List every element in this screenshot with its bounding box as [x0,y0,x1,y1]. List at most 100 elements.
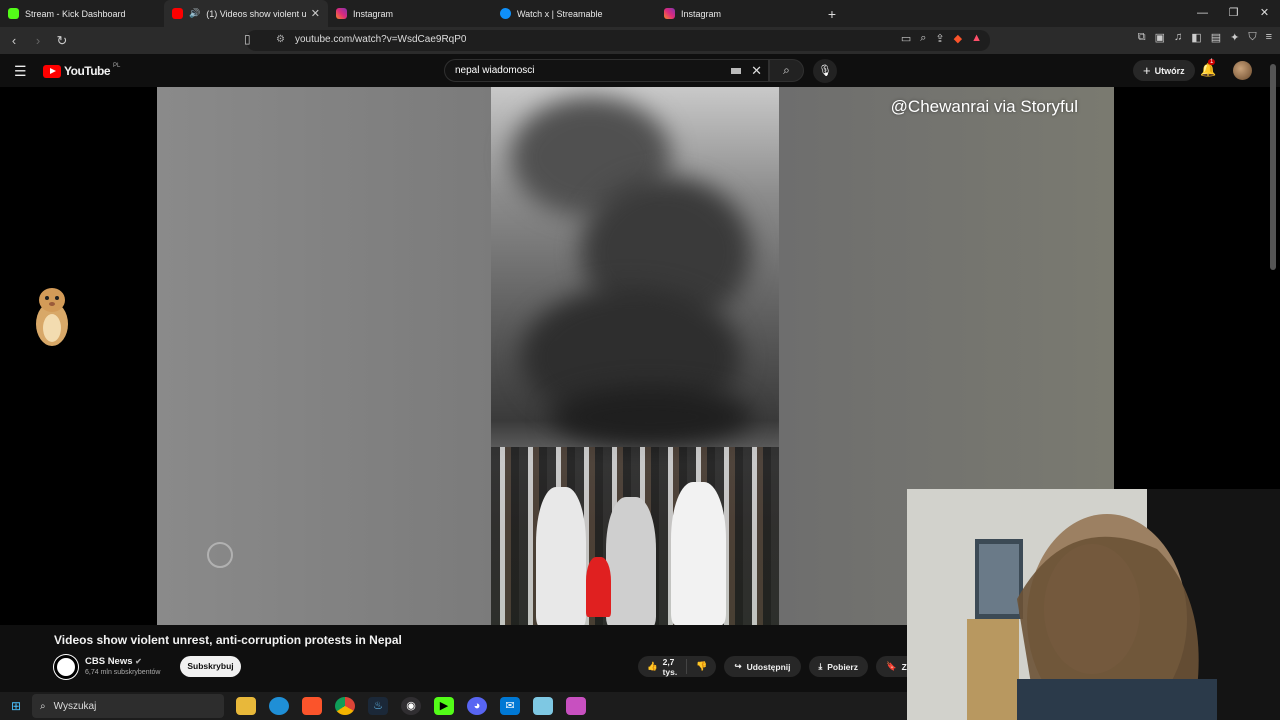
download-label: Pobierz [827,661,858,672]
tab-instagram-2[interactable]: Instagram [656,0,820,27]
cast-icon[interactable]: ▭ [901,32,911,45]
instagram-icon [336,8,347,19]
page-scrollbar[interactable] [1270,64,1276,270]
minimize-icon[interactable]: — [1187,0,1218,27]
thumbs-up-icon: 👍 [647,661,658,671]
new-tab-button[interactable]: + [820,6,844,22]
taskbar-apps: ♨ ◉ ▶ ◕ ✉ [236,697,586,715]
file-explorer-icon[interactable] [236,697,256,715]
microphone-icon: 🎙 [818,65,832,77]
webcam-scene [907,489,1280,720]
tab-youtube-video[interactable]: 🔊 (1) Videos show violent unrest ✕ [164,0,328,27]
youtube-logo[interactable]: YouTube PL [43,63,121,78]
share-button[interactable]: ↪ Udostępnij [724,656,801,677]
share-arrow-icon: ↪ [734,661,742,671]
hamburger-menu-icon[interactable]: ☰ [14,63,27,80]
youtube-icon [172,8,183,19]
tab-streamable[interactable]: Watch x | Streamable [492,0,656,27]
close-tab-icon[interactable]: ✕ [311,7,320,20]
edge-icon[interactable] [269,697,289,715]
browser-tab-bar: Stream - Kick Dashboard 🔊 (1) Videos sho… [0,0,1280,27]
extensions-icon[interactable]: ⧉ [1138,31,1146,44]
tab-title: Instagram [681,8,722,19]
site-info-icon[interactable]: ⚙ [276,34,285,45]
download-button[interactable]: ⤓ Pobierz [808,656,868,677]
url-text[interactable]: youtube.com/watch?v=WsdCae9RqP0 [295,34,466,45]
instagram-icon [664,8,675,19]
cbs-eye-logo-icon [207,542,233,568]
avatar[interactable] [1233,61,1252,80]
address-bar-actions: ▭ ⌕ ⇪ ◆ ▲ [901,32,982,45]
bookmark-icon[interactable]: ▯ [244,32,251,46]
mail-icon[interactable]: ✉ [500,697,520,715]
voice-search-button[interactable]: 🎙 [813,59,837,83]
close-window-icon[interactable]: ✕ [1249,0,1280,27]
brave-shields-icon[interactable]: ◆ [954,32,962,45]
tab-title: Watch x | Streamable [517,8,603,19]
steam-icon[interactable]: ♨ [368,697,388,715]
screenshot-icon[interactable]: ▣ [1155,31,1165,44]
chrome-icon[interactable] [335,697,355,715]
notifications-button[interactable]: 🔔 1 [1200,59,1216,78]
share-icon[interactable]: ⇪ [935,32,944,45]
taskbar-search[interactable]: ⌕ Wyszukaj [32,694,224,718]
dislike-button[interactable]: 👎 [687,661,716,672]
kick-studio-icon[interactable]: ▶ [434,697,454,715]
discord-icon[interactable]: ◕ [467,697,487,715]
share-label: Udostępnij [746,661,791,672]
media-icon[interactable]: ♫ [1174,31,1182,44]
create-label: Utwórz [1154,65,1185,76]
restore-icon[interactable]: ❐ [1218,0,1249,27]
channel-name[interactable]: CBS News ✔ [85,656,142,667]
like-button[interactable]: 👍 2,7 tys. [638,656,688,677]
youtube-wordmark: YouTube [64,64,111,78]
tab-title: (1) Videos show violent unrest [206,8,307,19]
reload-icon[interactable]: ↻ [52,33,72,49]
verified-icon: ✔ [135,657,142,666]
like-dislike-group: 👍 2,7 tys. 👎 [638,656,717,677]
search-query[interactable]: nepal wiadomosci [455,65,535,76]
keyboard-icon[interactable] [731,68,741,74]
zoom-icon[interactable]: ⌕ [920,32,926,45]
tab-instagram-1[interactable]: Instagram [328,0,492,27]
like-count: 2,7 tys. [662,656,678,677]
country-code: PL [113,63,121,69]
vpn-icon[interactable]: ⛉ [1248,31,1256,44]
video-info: Videos show violent unrest, anti-corrupt… [0,625,922,688]
channel-name-text[interactable]: CBS News [85,656,133,667]
youtube-header: ☰ YouTube PL nepal wiadomosci ✕ ⌕ 🎙 + Ut… [0,54,1280,87]
tab-title: Instagram [353,8,394,19]
search-input[interactable]: nepal wiadomosci ✕ [444,59,769,82]
address-bar[interactable]: ▯ ⚙ youtube.com/watch?v=WsdCae9RqP0 ▭ ⌕ … [244,30,990,51]
video-clip [491,87,779,625]
download-icon: ⤓ [818,661,823,671]
windows-taskbar: ⊞ ⌕ Wyszukaj ♨ ◉ ▶ ◕ ✉ [0,692,907,720]
search-button[interactable]: ⌕ [769,59,804,82]
back-icon[interactable]: ‹ [4,33,24,48]
search-icon: ⌕ [783,63,790,77]
windows-start-icon[interactable]: ⊞ [0,699,32,713]
audio-playing-icon[interactable]: 🔊 [189,8,200,19]
brave-rewards-icon[interactable]: ▲ [971,32,982,45]
forward-icon[interactable]: › [28,33,48,48]
tab-kick-dashboard[interactable]: Stream - Kick Dashboard [0,0,164,27]
leo-ai-icon[interactable]: ✦ [1230,31,1239,44]
channel-avatar[interactable] [54,655,78,679]
video-title: Videos show violent unrest, anti-corrupt… [54,633,402,647]
menu-icon[interactable]: ≡ [1266,31,1272,44]
browser-extensions: ⧉ ▣ ♫ ◧ ▤ ✦ ⛉ ≡ [1138,31,1272,44]
sidebar-icon[interactable]: ◧ [1191,31,1201,44]
browser-toolbar: ‹ › ↻ ▯ ⚙ youtube.com/watch?v=WsdCae9RqP… [0,27,1280,54]
window-controls: — ❐ ✕ [1187,0,1280,27]
brave-icon[interactable] [302,697,322,715]
streamable-icon [500,8,511,19]
clear-search-icon[interactable]: ✕ [751,63,762,79]
app-icon[interactable] [566,697,586,715]
obs-icon[interactable]: ◉ [401,697,421,715]
subscribe-button[interactable]: Subskrybuj [180,656,241,677]
subscriber-count: 6,74 mln subskrybentów [85,669,161,676]
notepad-icon[interactable] [533,697,553,715]
thumbs-down-icon: 👎 [696,661,708,671]
create-button[interactable]: + Utwórz [1133,60,1195,81]
wallet-icon[interactable]: ▤ [1211,31,1221,44]
